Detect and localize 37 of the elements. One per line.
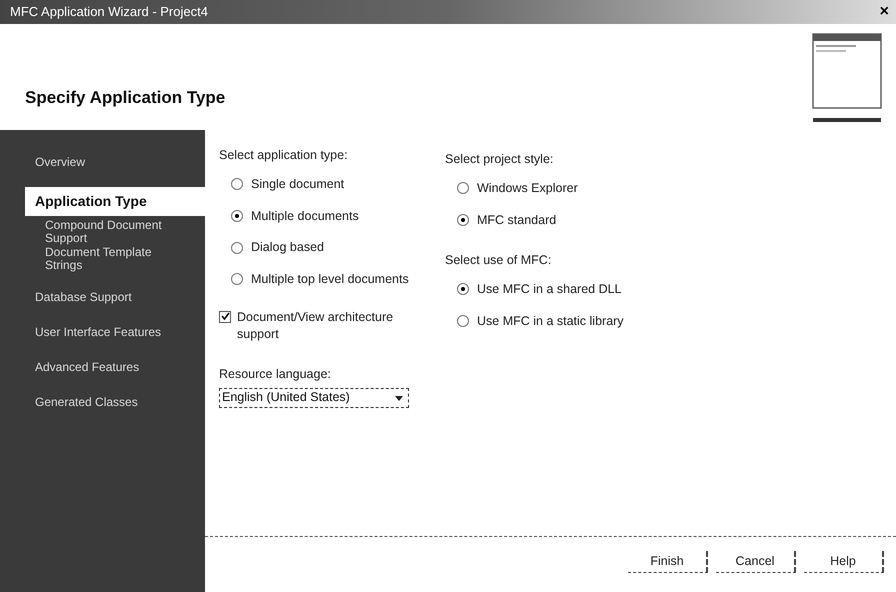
radio-label: Multiple documents bbox=[251, 208, 359, 225]
sidebar-item[interactable]: Overview bbox=[25, 152, 205, 172]
radio-button[interactable] bbox=[231, 178, 243, 190]
dialog-button[interactable]: Help bbox=[804, 551, 884, 573]
radio-button[interactable] bbox=[457, 315, 469, 328]
sidebar-item[interactable]: Compound Document Support bbox=[33, 219, 183, 245]
radio-label: Multiple top level documents bbox=[251, 271, 409, 288]
radio-button[interactable] bbox=[231, 242, 243, 254]
dialog-button[interactable]: Finish bbox=[628, 551, 708, 573]
window-title: MFC Application Wizard - Project4 bbox=[10, 3, 208, 22]
dialog-button[interactable]: Cancel bbox=[716, 551, 796, 573]
radio-label: MFC standard bbox=[477, 212, 556, 228]
sidebar-item[interactable]: Generated Classes bbox=[25, 392, 205, 412]
close-button[interactable]: × bbox=[876, 4, 892, 20]
page-heading: Specify Application Type bbox=[25, 86, 226, 108]
radio-button[interactable] bbox=[457, 182, 469, 194]
radio-label: Use MFC in a shared DLL bbox=[477, 281, 622, 298]
section-label: Select use of MFC: bbox=[445, 252, 552, 270]
radio-label: Single document bbox=[251, 176, 344, 193]
radio-button[interactable] bbox=[231, 210, 243, 222]
radio-label: Windows Explorer bbox=[477, 180, 578, 197]
radio-button[interactable] bbox=[457, 214, 469, 226]
sidebar-item[interactable]: Database Support bbox=[25, 287, 205, 307]
checkbox-label: Document/View architecture support bbox=[237, 308, 394, 343]
radio-label: Dialog based bbox=[251, 239, 324, 256]
sidebar-item[interactable]: Application Type bbox=[25, 187, 205, 216]
sidebar-item[interactable]: User Interface Features bbox=[25, 322, 205, 342]
language-dropdown[interactable]: English (United States) bbox=[219, 388, 409, 408]
radio-label: Use MFC in a static library bbox=[477, 312, 624, 330]
sidebar-item[interactable]: Document Template Strings bbox=[33, 246, 183, 272]
section-label: Select project style: bbox=[445, 151, 554, 168]
section-label: Select application type: bbox=[219, 147, 349, 164]
field-label: Resource language: bbox=[219, 366, 332, 383]
checkbox[interactable] bbox=[219, 310, 231, 323]
radio-button[interactable] bbox=[457, 283, 469, 296]
sidebar-item[interactable]: Advanced Features bbox=[25, 357, 205, 377]
radio-button[interactable] bbox=[231, 273, 243, 286]
